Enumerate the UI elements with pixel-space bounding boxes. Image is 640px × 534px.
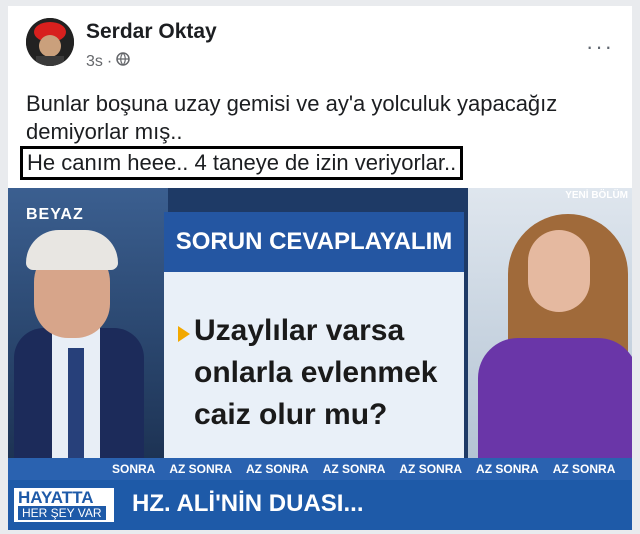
- show-logo: HAYATTA HER ŞEY VAR: [14, 488, 114, 522]
- post-line-2: demiyorlar mış..: [26, 119, 183, 144]
- lower-third-headline: HZ. ALİ'NİN DUASI...: [132, 490, 364, 517]
- host-face: [528, 230, 590, 312]
- post-line-3-highlighted: He canım heee.. 4 taneye de izin veriyor…: [20, 146, 464, 180]
- ticker-bar: SONRA AZ SONRA AZ SONRA AZ SONRA AZ SONR…: [8, 458, 632, 480]
- question-panel: SORUN CEVAPLAYALIM Uzaylılar varsa onlar…: [164, 212, 464, 458]
- guest-tie: [68, 348, 84, 458]
- bullet-arrow-icon: [178, 326, 190, 342]
- post-image[interactable]: BEYAZ YENİ BÖLÜM SORUN CEVAPLAYALIM Uzay…: [8, 188, 632, 530]
- ticker-item: SONRA: [112, 462, 156, 476]
- show-logo-line-2: HER ŞEY VAR: [18, 506, 106, 520]
- question-line-3: caiz olur mu?: [194, 398, 388, 431]
- question-line-2: onlarla evlenmek: [194, 356, 438, 389]
- channel-logo: BEYAZ: [26, 206, 84, 223]
- post-text: Bunlar boşuna uzay gemisi ve ay'a yolcul…: [20, 90, 586, 180]
- new-episode-badge: YENİ BÖLÜM: [565, 190, 628, 201]
- panel-title: SORUN CEVAPLAYALIM: [164, 212, 464, 272]
- host-dress: [478, 338, 632, 458]
- ticker-item: AZ SONRA: [169, 462, 233, 476]
- post-meta: 3s ·: [86, 52, 130, 71]
- question-line-1: Uzaylılar varsa: [194, 314, 405, 347]
- post-card: Serdar Oktay 3s · ··· Bunlar boşuna uzay…: [8, 6, 632, 530]
- separator-dot: ·: [106, 52, 113, 70]
- post-line-1: Bunlar boşuna uzay gemisi ve ay'a yolcul…: [26, 91, 558, 116]
- ticker-item: AZ SONRA: [552, 462, 616, 476]
- show-logo-line-1: HAYATTA: [18, 488, 94, 507]
- ticker-item: AZ SONRA: [399, 462, 463, 476]
- guest-hair: [26, 230, 118, 270]
- ticker-item: AZ SONRA: [476, 462, 539, 476]
- lower-third: HAYATTA HER ŞEY VAR HZ. ALİ'NİN DUASI...: [8, 480, 632, 530]
- more-options-icon[interactable]: ···: [586, 34, 614, 60]
- post-time[interactable]: 3s: [86, 53, 103, 71]
- question-text: Uzaylılar varsa onlarla evlenmek caiz ol…: [194, 310, 454, 436]
- avatar[interactable]: [26, 18, 74, 66]
- author-name[interactable]: Serdar Oktay: [86, 20, 217, 44]
- globe-icon: [116, 52, 130, 71]
- ticker-item: AZ SONRA: [246, 462, 309, 476]
- ticker-item: AZ SONRA: [322, 462, 386, 476]
